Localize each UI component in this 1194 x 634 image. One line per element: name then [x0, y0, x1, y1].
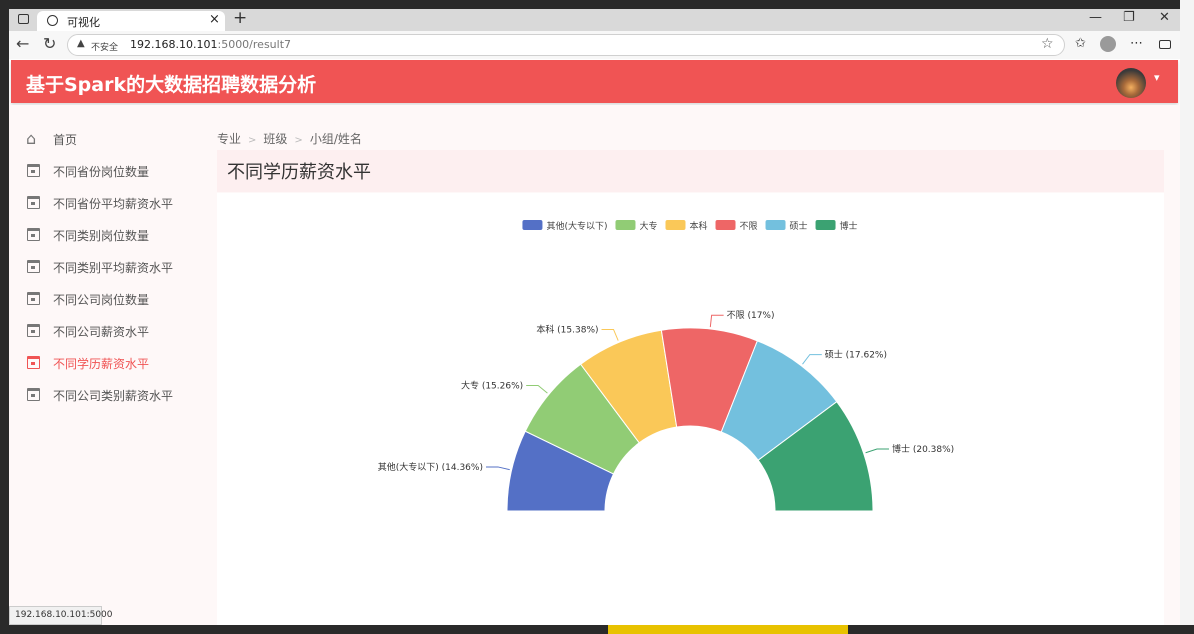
- home-icon: ⌂: [26, 129, 37, 148]
- legend-swatch: [665, 220, 686, 230]
- desktop-background: [0, 0, 1194, 9]
- label-leader-line: [709, 314, 724, 328]
- data-label: 本科 (15.38%): [536, 323, 598, 335]
- legend-item[interactable]: 博士: [815, 220, 858, 232]
- window-close-button[interactable]: ✕: [1159, 10, 1170, 25]
- data-label: 硕士 (17.62%): [825, 349, 887, 361]
- reload-icon[interactable]: ↻: [43, 34, 56, 53]
- app-header: 基于Spark的大数据招聘数据分析 ▾: [11, 60, 1178, 103]
- profile-icon[interactable]: [1100, 36, 1116, 52]
- back-arrow-icon[interactable]: ←: [16, 34, 29, 53]
- minimize-button[interactable]: —: [1089, 10, 1102, 25]
- desktop-background-strip: [608, 625, 848, 634]
- chart-legend: 其他(大专以下) 大专 本科 不限 硕士 博士: [522, 220, 858, 232]
- extensions-icon[interactable]: [1159, 40, 1171, 49]
- url-path: :5000/result7: [217, 38, 292, 51]
- legend-item[interactable]: 其他(大专以下): [522, 220, 607, 232]
- chart-container: 其他(大专以下) 大专 本科 不限 硕士 博士其他(大专以下) (14.36%) 大专 (1…: [217, 193, 1164, 625]
- user-avatar[interactable]: [1116, 68, 1146, 98]
- breadcrumb-separator: >: [248, 135, 257, 146]
- breadcrumb-separator: >: [294, 135, 303, 146]
- sidebar-toggle-icon[interactable]: [18, 14, 29, 24]
- calendar-icon: [27, 196, 40, 209]
- sidebar-item-label: 不同类别平均薪资水平: [53, 261, 174, 275]
- tab-close-icon[interactable]: ×: [209, 12, 220, 27]
- desktop-background-right: [1180, 0, 1194, 634]
- new-tab-button[interactable]: +: [233, 9, 247, 28]
- sidebar-item-label: 首页: [53, 133, 78, 147]
- url-host: 192.168.10.101: [130, 38, 218, 51]
- app-title: 基于Spark的大数据招聘数据分析: [26, 74, 317, 96]
- legend-item[interactable]: 本科: [665, 220, 708, 232]
- calendar-icon: [27, 388, 40, 401]
- calendar-icon: [27, 324, 40, 337]
- status-bar-url: 192.168.10.101:5000: [9, 606, 113, 625]
- url-text[interactable]: 192.168.10.101:5000/result7: [130, 38, 291, 51]
- favorites-icon[interactable]: ✩: [1075, 36, 1086, 51]
- sidebar-item-label: 不同公司薪资水平: [53, 325, 150, 339]
- legend-item[interactable]: 硕士: [765, 220, 808, 232]
- legend-label: 硕士: [790, 220, 808, 232]
- globe-icon: [47, 15, 58, 26]
- calendar-icon: [27, 164, 40, 177]
- desktop-background-bottom: [0, 625, 1194, 634]
- url-field[interactable]: ▲ 不安全 192.168.10.101:5000/result7 ☆: [67, 34, 1065, 56]
- browser-window: 可视化 × + — ❐ ✕ ← ↻ ▲ 不安全 192.168.10.101:5…: [9, 9, 1180, 625]
- label-leader-line: [601, 328, 619, 341]
- legend-swatch: [715, 220, 736, 230]
- calendar-icon: [27, 228, 40, 241]
- insecure-label[interactable]: 不安全: [91, 40, 118, 53]
- label-leader-line: [526, 384, 548, 394]
- legend-swatch: [765, 220, 786, 230]
- legend-label: 本科: [689, 220, 707, 232]
- sidebar-item-label: 不同省份平均薪资水平: [53, 197, 174, 211]
- calendar-icon: [27, 292, 40, 305]
- legend-label: 其他(大专以下): [546, 220, 607, 232]
- legend-item[interactable]: 大专: [615, 220, 657, 232]
- card-title: 不同学历薪资水平: [227, 162, 371, 183]
- restore-button[interactable]: ❐: [1123, 10, 1135, 25]
- more-options-icon[interactable]: ⋯: [1130, 36, 1143, 51]
- legend-swatch: [815, 220, 836, 230]
- label-leader-line: [485, 466, 510, 471]
- breadcrumb: 专业 > 班级 > 小组/姓名: [217, 130, 362, 147]
- sidebar-item-label: 不同学历薪资水平: [53, 357, 150, 371]
- label-leader-line: [865, 448, 889, 454]
- tab-bar: 可视化 × + — ❐ ✕: [9, 9, 1180, 31]
- data-label: 大专 (15.26%): [461, 379, 523, 391]
- sidebar-item-label: 不同公司类别薪资水平: [53, 389, 174, 403]
- sidebar-item-label: 不同公司岗位数量: [53, 293, 150, 307]
- data-label: 博士 (20.38%): [892, 443, 954, 455]
- legend-label: 不限: [740, 221, 758, 232]
- sidebar-item-label: 不同省份岗位数量: [53, 165, 150, 179]
- label-leader-line: [802, 354, 822, 365]
- sidebar-item-label: 不同类别岗位数量: [53, 229, 150, 243]
- breadcrumb-item[interactable]: 专业: [217, 132, 241, 146]
- desktop-background-left: [0, 0, 9, 634]
- half-donut-chart: 其他(大专以下) 大专 本科 不限 硕士 博士其他(大专以下) (14.36%) 大专 (1…: [378, 220, 954, 512]
- calendar-icon: [27, 260, 40, 273]
- warning-icon[interactable]: ▲: [77, 38, 85, 49]
- breadcrumb-item[interactable]: 小组/姓名: [310, 132, 362, 146]
- card-header: 不同学历薪资水平: [217, 150, 1164, 192]
- data-label: 其他(大专以下) (14.36%): [378, 461, 483, 473]
- star-icon[interactable]: ☆: [1041, 36, 1054, 52]
- breadcrumb-item[interactable]: 班级: [263, 132, 287, 146]
- legend-item[interactable]: 不限: [715, 220, 758, 232]
- calendar-icon: [27, 356, 40, 369]
- tab-title: 可视化: [67, 16, 100, 29]
- legend-swatch: [615, 220, 636, 230]
- browser-tab[interactable]: 可视化 ×: [37, 11, 225, 31]
- page-content: ⌂ 首页 不同省份岗位数量 不同省份平均薪资水平 不同类别岗位数量 不同类别平均薪资水平不…: [9, 105, 1180, 625]
- legend-label: 大专: [639, 220, 657, 232]
- caret-down-icon[interactable]: ▾: [1154, 71, 1160, 84]
- legend-swatch: [522, 220, 543, 230]
- address-bar: ← ↻ ▲ 不安全 192.168.10.101:5000/result7 ☆ …: [9, 31, 1180, 59]
- data-label: 不限 (17%): [727, 310, 775, 321]
- legend-label: 博士: [840, 220, 858, 232]
